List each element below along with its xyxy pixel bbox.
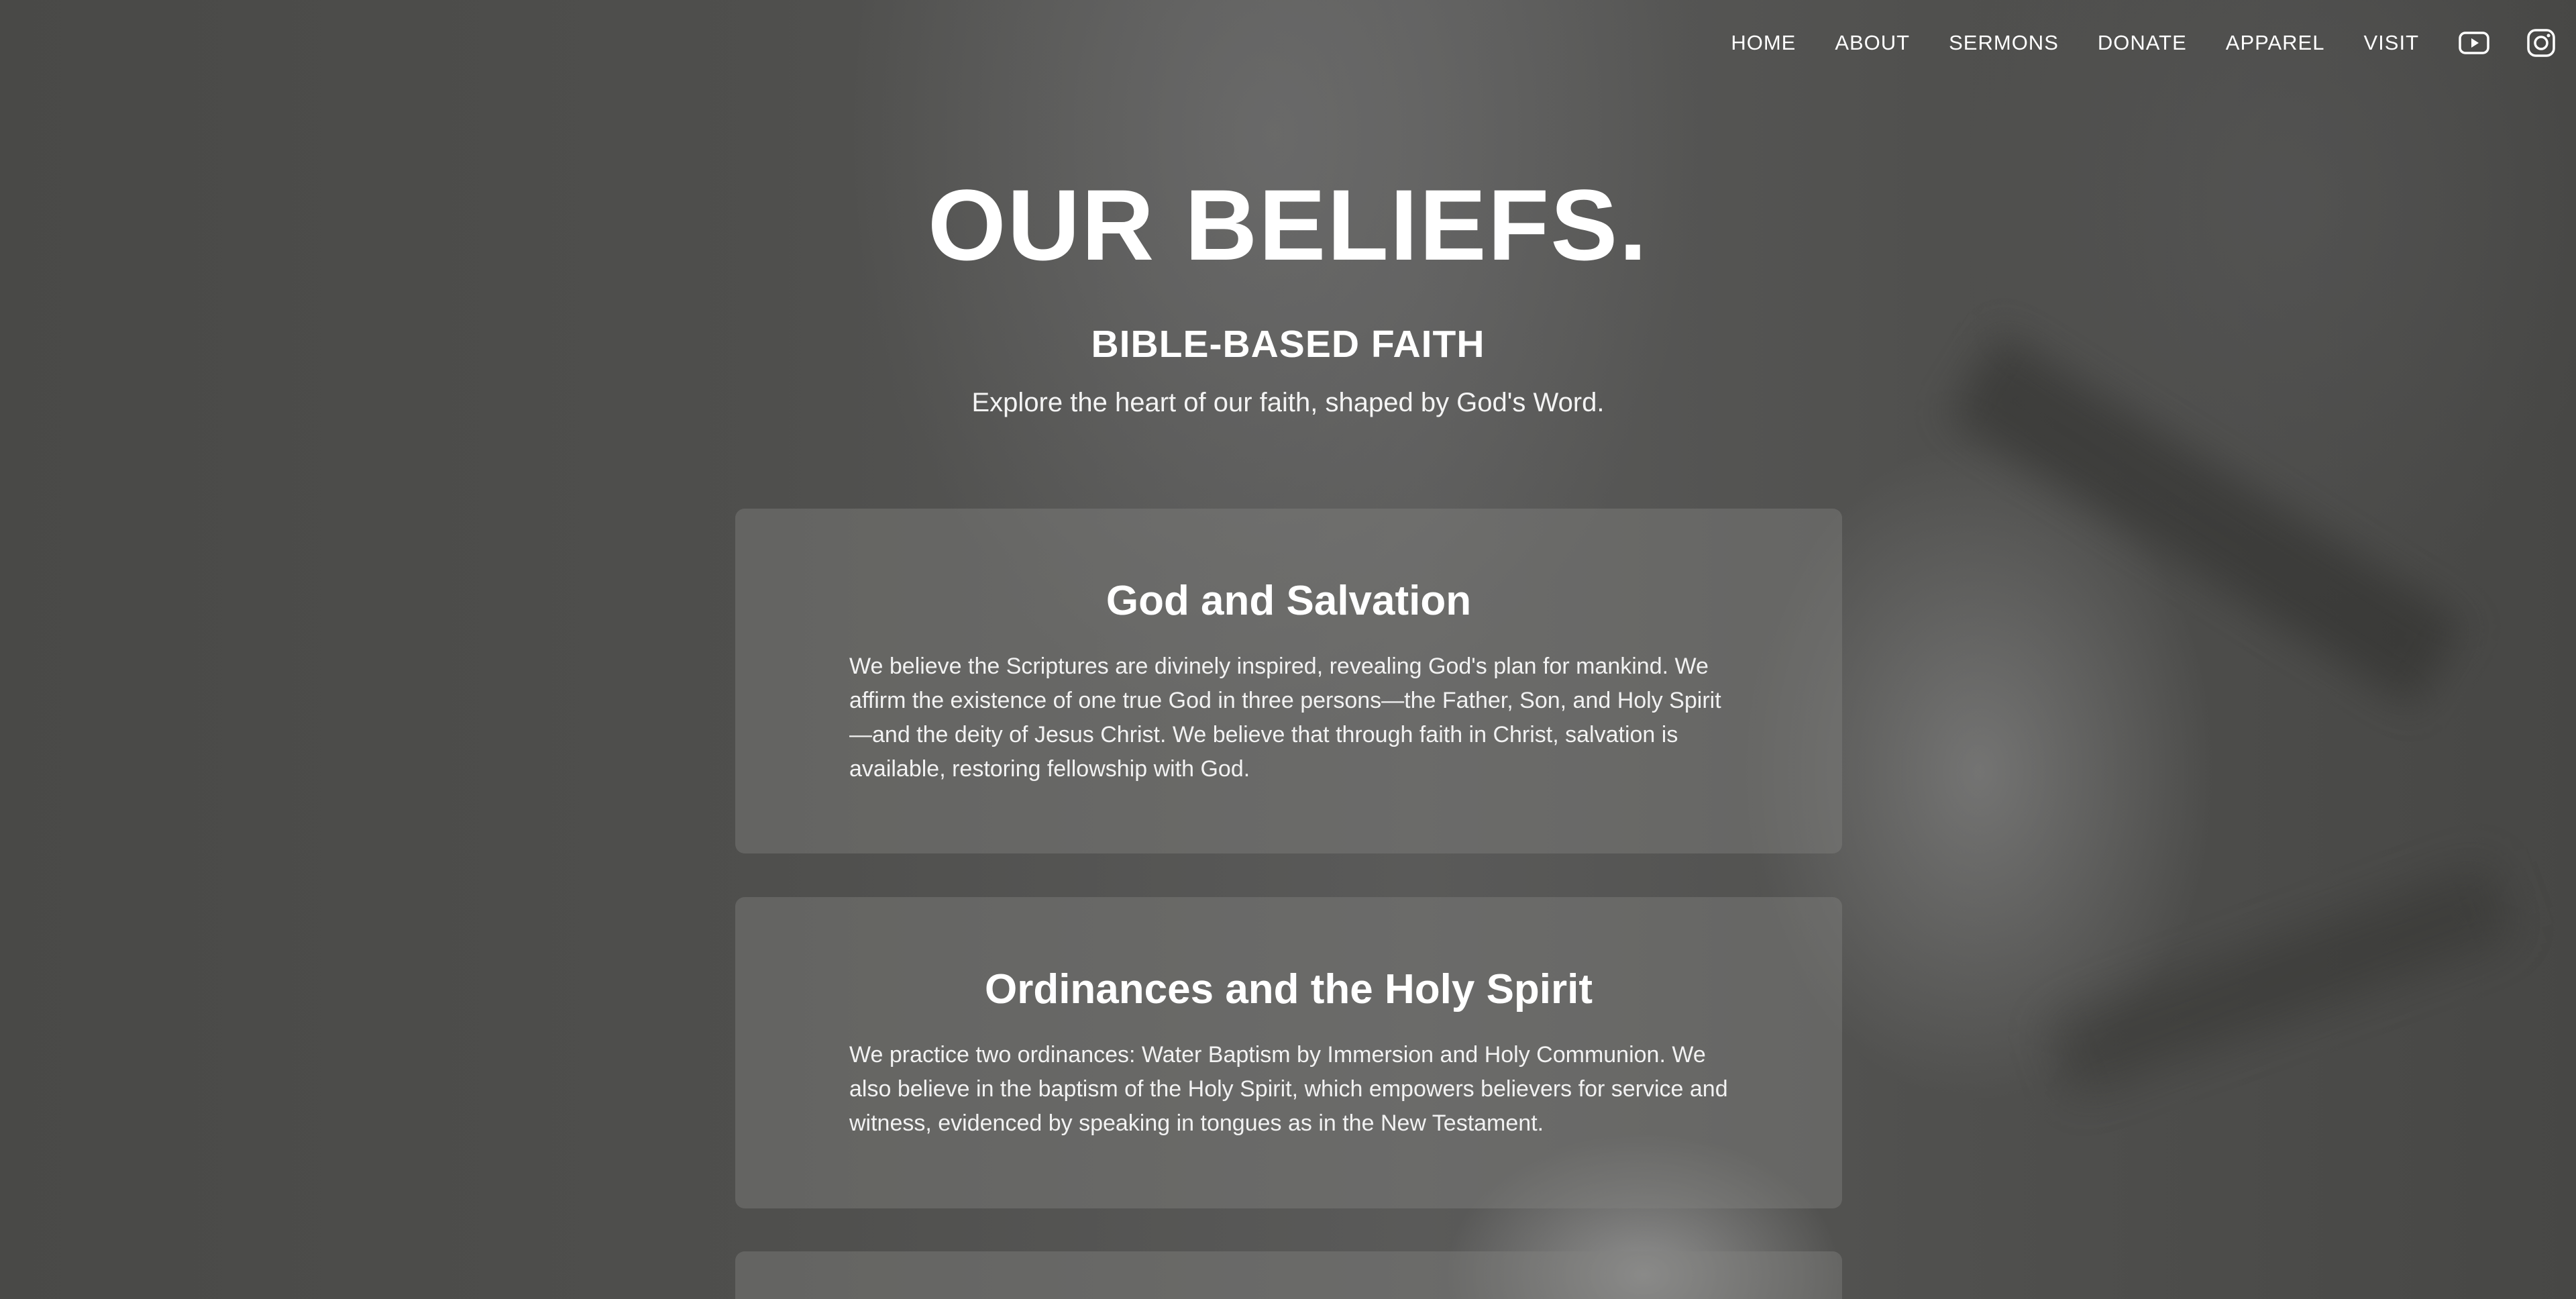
page-subtitle: BIBLE-BASED FAITH (1091, 323, 1485, 366)
belief-card (735, 1251, 1842, 1299)
belief-card-title: Ordinances and the Holy Spirit (984, 966, 1593, 1012)
nav-apparel[interactable]: APPAREL (2226, 31, 2325, 55)
belief-card-body: We believe the Scriptures are divinely i… (849, 654, 1721, 782)
instagram-icon[interactable] (2525, 27, 2557, 59)
belief-card: Ordinances and the Holy Spirit We practi… (735, 897, 1842, 1208)
belief-card: God and Salvation We believe the Scriptu… (735, 509, 1842, 853)
main-nav: HOME ABOUT SERMONS DONATE APPAREL VISIT (1731, 0, 2576, 86)
belief-card-body: We practice two ordinances: Water Baptis… (849, 1042, 1728, 1136)
youtube-icon[interactable] (2458, 27, 2490, 59)
nav-visit[interactable]: VISIT (2363, 31, 2419, 55)
nav-about[interactable]: ABOUT (1835, 31, 1910, 55)
page-description: Explore the heart of our faith, shaped b… (971, 388, 1605, 417)
nav-home[interactable]: HOME (1731, 31, 1796, 55)
nav-donate[interactable]: DONATE (2098, 31, 2187, 55)
page-title: OUR BELIEFS. (927, 168, 1649, 281)
belief-card-title: God and Salvation (1106, 578, 1472, 624)
nav-sermons[interactable]: SERMONS (1949, 31, 2059, 55)
